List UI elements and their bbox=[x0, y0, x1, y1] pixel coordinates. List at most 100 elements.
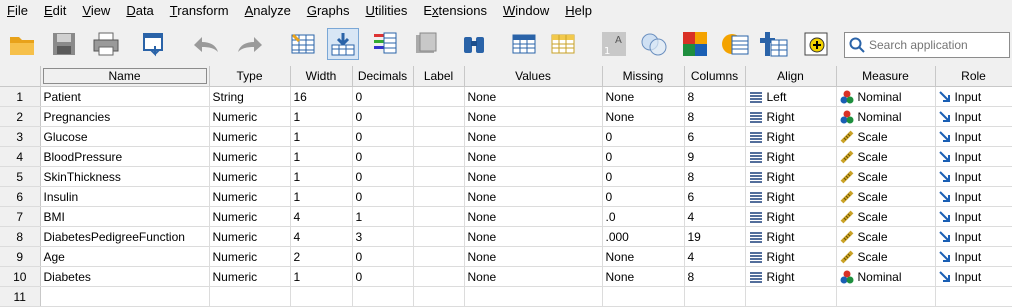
col-header-decimals[interactable]: Decimals bbox=[352, 66, 414, 87]
cell-missing[interactable]: None bbox=[602, 246, 685, 267]
goto-case-icon[interactable] bbox=[287, 28, 319, 60]
cell-width[interactable]: 2 bbox=[290, 246, 353, 267]
cell-name[interactable]: Pregnancies bbox=[40, 106, 210, 127]
row-number[interactable]: 9 bbox=[0, 246, 41, 267]
cell-align[interactable]: Right bbox=[745, 246, 837, 267]
cell-type[interactable]: Numeric bbox=[209, 186, 291, 207]
cell-decimals[interactable]: 0 bbox=[352, 146, 414, 167]
cell-name[interactable]: DiabetesPedigreeFunction bbox=[40, 226, 210, 247]
cell-name[interactable] bbox=[40, 286, 210, 307]
cell-columns[interactable]: 8 bbox=[684, 166, 746, 187]
cell-width[interactable]: 1 bbox=[290, 146, 353, 167]
row-number[interactable]: 1 bbox=[0, 86, 41, 107]
cell-align[interactable]: Right bbox=[745, 146, 837, 167]
cell-role[interactable]: Input bbox=[935, 106, 1012, 127]
cell-label[interactable] bbox=[413, 266, 465, 287]
cell-width[interactable]: 1 bbox=[290, 186, 353, 207]
cell-align[interactable]: Right bbox=[745, 206, 837, 227]
cell-role[interactable] bbox=[935, 286, 1012, 307]
cell-decimals[interactable]: 0 bbox=[352, 266, 414, 287]
cell-values[interactable]: None bbox=[464, 226, 603, 247]
cell-measure[interactable]: Scale bbox=[836, 206, 936, 227]
cell-decimals[interactable]: 3 bbox=[352, 226, 414, 247]
cell-values[interactable]: None bbox=[464, 106, 603, 127]
cell-missing[interactable] bbox=[602, 286, 685, 307]
cell-align[interactable]: Right bbox=[745, 186, 837, 207]
row-number[interactable]: 4 bbox=[0, 146, 41, 167]
cell-measure[interactable]: Nominal bbox=[836, 86, 936, 107]
cell-missing[interactable]: 0 bbox=[602, 146, 685, 167]
col-header-measure[interactable]: Measure bbox=[836, 66, 936, 87]
cell-role[interactable]: Input bbox=[935, 166, 1012, 187]
cell-columns[interactable]: 8 bbox=[684, 86, 746, 107]
weight-cases-icon[interactable] bbox=[638, 28, 670, 60]
cell-type[interactable]: Numeric bbox=[209, 226, 291, 247]
undo-icon[interactable] bbox=[190, 28, 222, 60]
cell-columns[interactable]: 4 bbox=[684, 246, 746, 267]
cell-label[interactable] bbox=[413, 146, 465, 167]
cell-align[interactable]: Right bbox=[745, 266, 837, 287]
cell-measure[interactable]: Scale bbox=[836, 126, 936, 147]
cell-align[interactable]: Left bbox=[745, 86, 837, 107]
cell-missing[interactable]: None bbox=[602, 266, 685, 287]
cell-label[interactable] bbox=[413, 126, 465, 147]
variables-icon[interactable] bbox=[368, 28, 400, 60]
col-header-name[interactable]: Name bbox=[40, 66, 210, 87]
cell-missing[interactable]: None bbox=[602, 86, 685, 107]
menu-extensions[interactable]: Extensions bbox=[416, 0, 496, 22]
cell-label[interactable] bbox=[413, 166, 465, 187]
cell-values[interactable]: None bbox=[464, 126, 603, 147]
cell-type[interactable]: Numeric bbox=[209, 106, 291, 127]
search-input[interactable] bbox=[865, 38, 1009, 52]
cell-values[interactable] bbox=[464, 286, 603, 307]
cell-name[interactable]: Diabetes bbox=[40, 266, 210, 287]
cell-role[interactable]: Input bbox=[935, 226, 1012, 247]
cell-role[interactable]: Input bbox=[935, 126, 1012, 147]
print-icon[interactable] bbox=[90, 28, 122, 60]
col-header-width[interactable]: Width bbox=[290, 66, 353, 87]
cell-type[interactable]: Numeric bbox=[209, 166, 291, 187]
menu-graphs[interactable]: Graphs bbox=[300, 0, 359, 22]
insert-cases-icon[interactable] bbox=[508, 28, 540, 60]
menu-window[interactable]: Window bbox=[496, 0, 558, 22]
menu-view[interactable]: View bbox=[75, 0, 119, 22]
col-header-columns[interactable]: Columns bbox=[684, 66, 746, 87]
cell-missing[interactable]: 0 bbox=[602, 126, 685, 147]
cell-type[interactable]: Numeric bbox=[209, 246, 291, 267]
cell-name[interactable]: Patient bbox=[40, 86, 210, 107]
row-number[interactable]: 7 bbox=[0, 206, 41, 227]
run-descriptives-icon[interactable] bbox=[410, 28, 442, 60]
cell-name[interactable]: BMI bbox=[40, 206, 210, 227]
cell-align[interactable]: Right bbox=[745, 226, 837, 247]
col-header-type[interactable]: Type bbox=[209, 66, 291, 87]
cell-label[interactable] bbox=[413, 226, 465, 247]
cell-label[interactable] bbox=[413, 246, 465, 267]
cell-measure[interactable] bbox=[836, 286, 936, 307]
menu-file[interactable]: File bbox=[0, 0, 37, 22]
cell-columns[interactable] bbox=[684, 286, 746, 307]
cell-type[interactable]: String bbox=[209, 86, 291, 107]
use-variable-sets-icon[interactable] bbox=[758, 28, 790, 60]
cell-columns[interactable]: 8 bbox=[684, 266, 746, 287]
save-icon[interactable] bbox=[48, 28, 80, 60]
cell-role[interactable]: Input bbox=[935, 186, 1012, 207]
cell-type[interactable]: Numeric bbox=[209, 206, 291, 227]
select-cases-icon[interactable] bbox=[679, 28, 711, 60]
cell-columns[interactable]: 4 bbox=[684, 206, 746, 227]
cell-values[interactable]: None bbox=[464, 206, 603, 227]
find-icon[interactable] bbox=[458, 28, 490, 60]
cell-width[interactable]: 16 bbox=[290, 86, 353, 107]
split-file-icon[interactable]: A1 bbox=[598, 28, 630, 60]
redo-icon[interactable] bbox=[234, 28, 266, 60]
col-header-role[interactable]: Role bbox=[935, 66, 1012, 87]
cell-columns[interactable]: 8 bbox=[684, 106, 746, 127]
cell-width[interactable]: 1 bbox=[290, 266, 353, 287]
cell-measure[interactable]: Scale bbox=[836, 226, 936, 247]
cell-missing[interactable]: .000 bbox=[602, 226, 685, 247]
row-number[interactable]: 8 bbox=[0, 226, 41, 247]
col-header-missing[interactable]: Missing bbox=[602, 66, 685, 87]
menu-edit[interactable]: Edit bbox=[37, 0, 75, 22]
cell-measure[interactable]: Nominal bbox=[836, 266, 936, 287]
cell-type[interactable]: Numeric bbox=[209, 146, 291, 167]
search-box[interactable] bbox=[844, 32, 1010, 58]
